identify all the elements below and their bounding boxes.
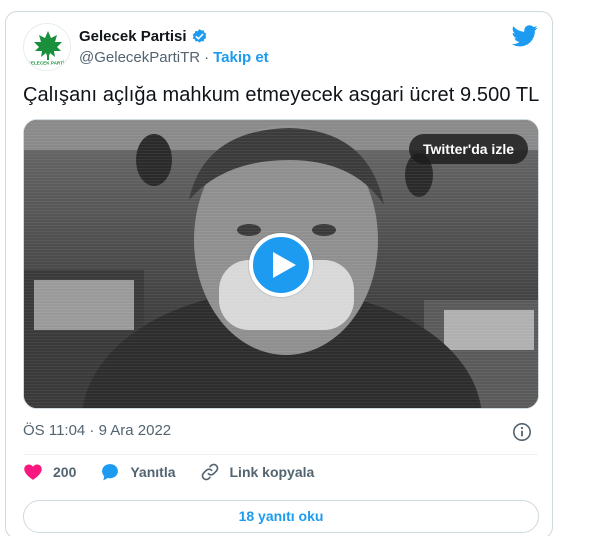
- tweet-card: GELECEK PARTİSİ Gelecek Partisi @Gelecek…: [5, 11, 553, 536]
- tweet-text: Çalışanı açlığa mahkum etmeyecek asgari …: [23, 84, 540, 106]
- divider: [23, 454, 538, 455]
- read-replies-button[interactable]: 18 yanıtı oku: [23, 500, 539, 533]
- info-icon[interactable]: [512, 422, 532, 442]
- timestamp[interactable]: ÖS 11:04 · 9 Ara 2022: [23, 422, 171, 439]
- follow-button[interactable]: Takip et: [213, 49, 269, 66]
- like-count: 200: [53, 464, 77, 480]
- display-name[interactable]: Gelecek Partisi: [79, 28, 187, 45]
- avatar[interactable]: GELECEK PARTİSİ: [23, 23, 71, 71]
- play-button[interactable]: [249, 233, 313, 297]
- play-icon: [273, 252, 296, 278]
- reply-label: Yanıtla: [130, 464, 176, 480]
- watch-on-twitter-button[interactable]: Twitter'da izle: [409, 134, 528, 164]
- reply-button[interactable]: Yanıtla: [100, 462, 176, 482]
- reply-bubble-icon: [100, 462, 120, 482]
- copy-link-label: Link kopyala: [229, 464, 315, 480]
- action-bar: 200 Yanıtla Link kopyala: [23, 461, 338, 483]
- tweet-meta: ÖS 11:04 · 9 Ara 2022: [23, 420, 538, 442]
- twitter-bird-icon[interactable]: [511, 25, 538, 47]
- verified-icon: [191, 28, 208, 45]
- like-button[interactable]: 200: [23, 462, 76, 482]
- video-player[interactable]: Twitter'da izle: [23, 119, 539, 409]
- copy-link-button[interactable]: Link kopyala: [200, 462, 315, 482]
- handle[interactable]: @GelecekPartiTR: [79, 49, 200, 66]
- heart-icon: [23, 462, 43, 482]
- gelecek-logo-icon: GELECEK PARTİSİ: [24, 24, 70, 70]
- avatar-text: GELECEK PARTİSİ: [27, 60, 68, 66]
- link-icon: [200, 462, 220, 482]
- author-info: Gelecek Partisi @GelecekPartiTR · Takip …: [79, 28, 269, 66]
- separator: ·: [204, 49, 210, 66]
- tweet-header: GELECEK PARTİSİ Gelecek Partisi @Gelecek…: [23, 23, 538, 73]
